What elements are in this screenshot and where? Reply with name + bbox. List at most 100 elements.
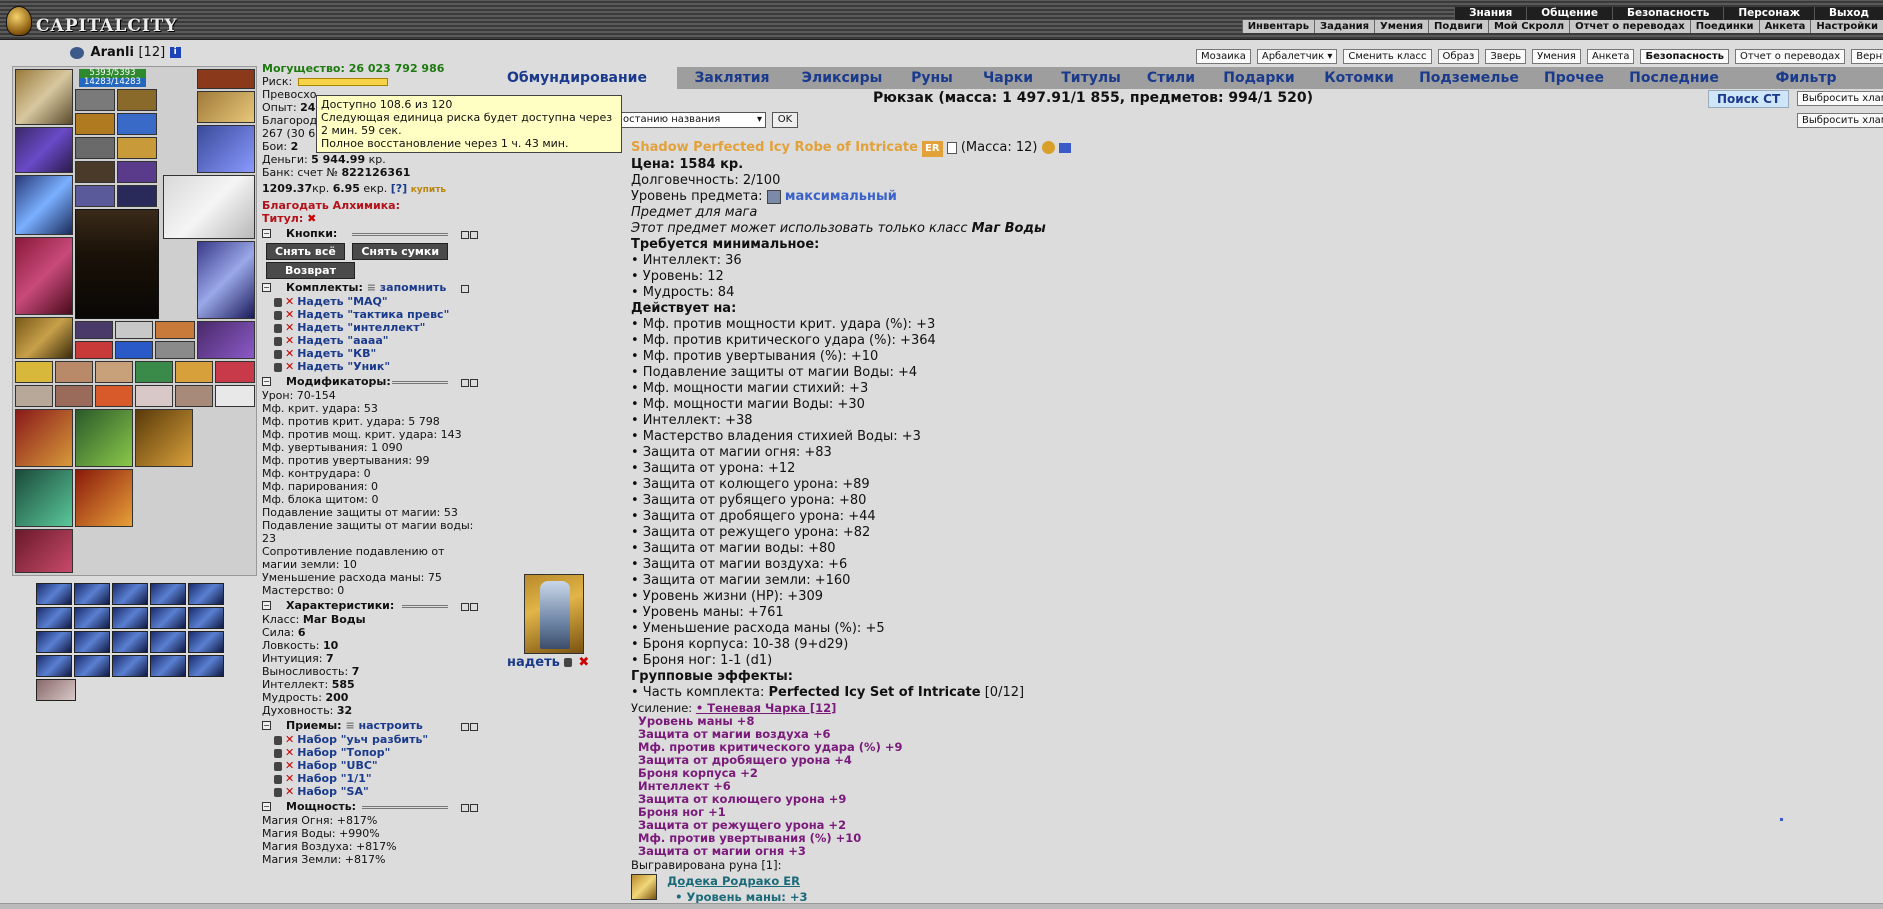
technique-item[interactable]: ✕ Набор "уьч разбить" xyxy=(262,733,480,746)
bag-slot-5[interactable] xyxy=(75,469,133,527)
spell-slot[interactable] xyxy=(150,607,186,629)
spell-slot[interactable] xyxy=(74,631,110,653)
collapse-toggle[interactable]: − xyxy=(262,802,271,811)
delete-icon[interactable]: ✖ xyxy=(578,655,589,670)
collapse-toggle[interactable]: − xyxy=(262,229,271,238)
configure-link[interactable]: настроить xyxy=(359,719,423,732)
subnav-quests[interactable]: Задания xyxy=(1314,20,1374,33)
scroll-slot-9[interactable] xyxy=(95,385,133,407)
technique-item[interactable]: ✕ Набор "1/1" xyxy=(262,772,480,785)
scroll-slot-4[interactable] xyxy=(135,361,173,383)
skills-button[interactable]: Умения xyxy=(1532,49,1581,64)
technique-item[interactable]: ✕ Набор "SA" xyxy=(262,785,480,798)
bottom-scrollbar[interactable] xyxy=(0,903,1883,909)
weapon-slot[interactable] xyxy=(15,175,73,235)
scroll-slot-1[interactable] xyxy=(15,361,53,383)
mosaic-button[interactable]: Мозаика xyxy=(1196,49,1251,64)
spell-slot[interactable] xyxy=(112,655,148,677)
nav-knowledge[interactable]: Знания xyxy=(1454,7,1526,20)
transfers-button[interactable]: Отчет о переводах xyxy=(1734,49,1846,64)
set-item[interactable]: ✕ Надеть "интеллект" xyxy=(262,321,480,334)
collapse-toggle[interactable]: − xyxy=(262,283,271,292)
tab-styles[interactable]: Стили xyxy=(1133,67,1209,89)
rune-slot-2[interactable] xyxy=(117,161,157,183)
robe-item-icon[interactable] xyxy=(524,574,584,654)
spell-slot[interactable] xyxy=(188,583,224,605)
pet-button[interactable]: Зверь xyxy=(1485,49,1527,64)
tab-recent[interactable]: Последние xyxy=(1619,67,1729,89)
spell-slot[interactable] xyxy=(36,631,72,653)
security-button[interactable]: Безопасность xyxy=(1640,49,1729,64)
bag-slot-2[interactable] xyxy=(75,409,133,467)
armor-slot[interactable] xyxy=(15,237,73,315)
subnav-feats[interactable]: Подвиги xyxy=(1428,20,1488,33)
bag-slot-4[interactable] xyxy=(15,469,73,527)
spell-slot[interactable] xyxy=(112,583,148,605)
tab-titles[interactable]: Титулы xyxy=(1049,67,1133,89)
scroll-slot-6[interactable] xyxy=(215,361,255,383)
quick-slot-4[interactable] xyxy=(115,341,153,359)
gloves-right-slot[interactable] xyxy=(197,125,255,173)
rune-slot-1[interactable] xyxy=(75,161,115,183)
set-item[interactable]: ✕ Надеть "КВ" xyxy=(262,347,480,360)
quick-slot-5[interactable] xyxy=(155,341,195,359)
spell-slot[interactable] xyxy=(150,583,186,605)
spell-slot[interactable] xyxy=(36,607,72,629)
spell-slot[interactable] xyxy=(74,655,110,677)
spell-slot[interactable] xyxy=(188,607,224,629)
spell-slot[interactable] xyxy=(74,583,110,605)
scroll-slot-7[interactable] xyxy=(15,385,53,407)
class-select[interactable]: Арбалетчик ▾ xyxy=(1256,49,1338,64)
copy-icon[interactable] xyxy=(946,141,957,154)
drop-junk-button-2[interactable]: Выбросить хлам xyxy=(1797,113,1883,128)
wear-link[interactable]: надеть ✖ xyxy=(507,655,589,670)
bracers-slot[interactable] xyxy=(15,127,73,173)
spell-slot[interactable] xyxy=(36,655,72,677)
subnav-inventory[interactable]: Инвентарь xyxy=(1241,20,1314,33)
ring-slot-2[interactable] xyxy=(117,113,157,135)
tab-runes[interactable]: Руны xyxy=(897,67,967,89)
nav-communication[interactable]: Общение xyxy=(1526,7,1612,20)
remove-bags-button[interactable]: Снять сумки xyxy=(352,243,449,260)
set-item[interactable]: ✕ Надеть "аааа" xyxy=(262,334,480,347)
sort-select[interactable]: останию названия ▾ xyxy=(620,112,766,128)
subnav-duels[interactable]: Поединки xyxy=(1689,20,1759,33)
search-button[interactable]: Поиск СТ xyxy=(1708,90,1790,108)
ring-slot-3[interactable] xyxy=(75,137,115,159)
change-class-button[interactable]: Сменить класс xyxy=(1343,49,1432,64)
quick-slot-2[interactable] xyxy=(115,321,153,339)
earring-slot[interactable] xyxy=(75,89,115,111)
spell-slot[interactable] xyxy=(112,607,148,629)
rune-slot-4[interactable] xyxy=(117,185,157,207)
ok-button[interactable]: OK xyxy=(772,112,798,128)
risk-row[interactable]: Риск: xyxy=(262,75,480,88)
heart-slot[interactable] xyxy=(75,341,113,359)
top-right-slot[interactable] xyxy=(197,69,255,89)
shoulders-slot[interactable] xyxy=(197,91,255,123)
nav-security[interactable]: Безопасность xyxy=(1611,7,1723,20)
help-link[interactable]: [?] xyxy=(391,182,407,195)
profile-button[interactable]: Анкета xyxy=(1586,49,1635,64)
tab-spells[interactable]: Заклятия xyxy=(677,67,787,89)
boost-link[interactable]: • Теневая Чарка [12] xyxy=(696,701,837,715)
scroll-slot-8[interactable] xyxy=(55,385,93,407)
subnav-transfers[interactable]: Отчет о переводах xyxy=(1569,20,1690,33)
subnav-settings[interactable]: Настройки xyxy=(1810,20,1883,33)
buy-link[interactable]: купить xyxy=(411,185,446,195)
info-icon[interactable]: i xyxy=(169,47,181,58)
tab-filter[interactable]: Фильтр xyxy=(1729,67,1883,89)
rune-icon[interactable] xyxy=(631,874,657,900)
collapse-toggle[interactable]: − xyxy=(262,377,271,386)
drop-junk-button[interactable]: Выбросить хлам xyxy=(1797,91,1883,106)
spell-slot[interactable] xyxy=(36,583,72,605)
spell-slot[interactable] xyxy=(188,631,224,653)
lock-icon[interactable] xyxy=(564,658,573,667)
tab-elixirs[interactable]: Эликсиры xyxy=(787,67,897,89)
subnav-skills[interactable]: Умения xyxy=(1374,20,1428,33)
tab-dungeon[interactable]: Подземелье xyxy=(1409,67,1529,89)
spell-slot[interactable] xyxy=(188,655,224,677)
tab-other[interactable]: Прочее xyxy=(1529,67,1619,89)
scroll-slot-12[interactable] xyxy=(215,385,255,407)
gloves-slot[interactable] xyxy=(117,137,157,159)
helmet-slot[interactable] xyxy=(15,69,73,125)
